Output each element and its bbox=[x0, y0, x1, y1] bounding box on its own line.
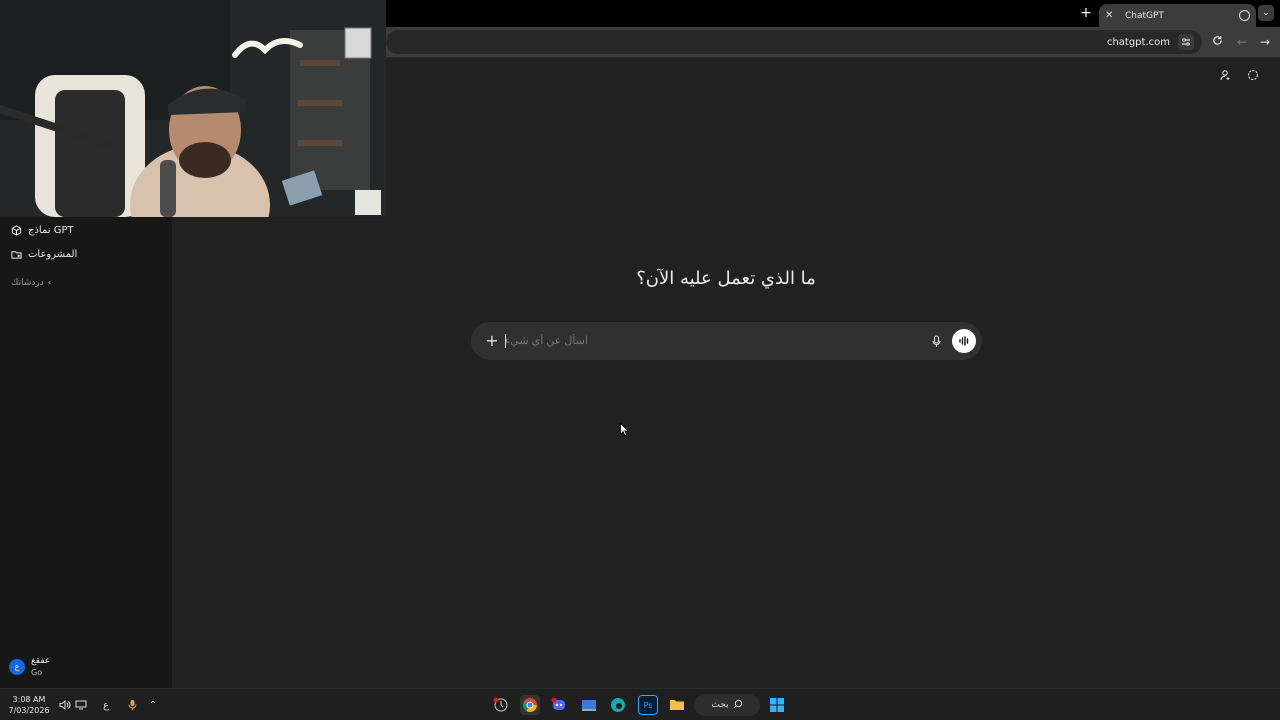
desktop-app-icon[interactable] bbox=[579, 695, 599, 715]
streamer-webcam-image bbox=[0, 0, 386, 217]
search-icon bbox=[733, 699, 743, 712]
tab-title: ChatGPT bbox=[1125, 10, 1164, 21]
chevron-icon: ‹ bbox=[47, 278, 52, 288]
back-arrow-icon[interactable]: ← bbox=[1234, 34, 1250, 50]
url-text[interactable]: chatgpt.com bbox=[1107, 37, 1170, 48]
mic-icon[interactable] bbox=[929, 332, 943, 350]
volume-icon[interactable] bbox=[58, 698, 72, 712]
photoshop-icon[interactable]: Ps bbox=[638, 695, 658, 715]
text-caret bbox=[505, 334, 506, 348]
tab-close-icon[interactable]: ✕ bbox=[1105, 10, 1117, 21]
forward-arrow-icon[interactable]: → bbox=[1257, 34, 1273, 50]
chatgpt-favicon-icon bbox=[1239, 10, 1250, 21]
section-label: دردشاتك bbox=[11, 278, 44, 288]
composer: + bbox=[471, 322, 982, 360]
edge-icon[interactable] bbox=[608, 695, 628, 715]
windows-start-icon[interactable] bbox=[767, 695, 787, 715]
folder-plus-icon bbox=[10, 248, 22, 260]
sidebar-item-label: نماذج GPT bbox=[28, 224, 74, 236]
network-icon[interactable] bbox=[74, 698, 88, 712]
sidebar-item-label: المشروعات bbox=[28, 248, 78, 260]
chevron-up-icon[interactable]: ⌃ bbox=[146, 698, 160, 712]
clock-time: 3:08 AM bbox=[12, 695, 46, 704]
discord-icon[interactable] bbox=[549, 695, 569, 715]
user-plan: Go bbox=[31, 668, 43, 677]
chats-section-toggle[interactable]: دردشاتك ‹ bbox=[11, 278, 51, 288]
user-profile[interactable]: ع عفقغ Go bbox=[9, 655, 50, 679]
system-clock[interactable]: 3:08 AM 7/03/2026 bbox=[8, 694, 50, 716]
tab-search-menu-button[interactable]: ⌄ bbox=[1258, 5, 1274, 21]
add-attachment-button[interactable]: + bbox=[483, 332, 501, 350]
clock-date: 7/03/2026 bbox=[8, 706, 50, 715]
taskbar: 3:08 AM 7/03/2026 ع ⌃ Ps بحث bbox=[0, 688, 1280, 720]
taskbar-search[interactable]: بحث bbox=[694, 694, 760, 716]
top-right-actions bbox=[1218, 68, 1260, 82]
voice-mode-button[interactable] bbox=[952, 329, 976, 353]
temporary-chat-icon[interactable] bbox=[1246, 68, 1260, 82]
sidebar-item-projects[interactable]: المشروعات bbox=[10, 245, 77, 263]
page-title: ما الذي تعمل عليه الآن؟ bbox=[636, 268, 816, 289]
address-bar[interactable]: chatgpt.com bbox=[386, 30, 1202, 54]
avatar: ع bbox=[9, 659, 25, 675]
tab-chatgpt[interactable]: ✕ ChatGPT bbox=[1099, 4, 1256, 27]
new-tab-button[interactable]: + bbox=[1079, 5, 1093, 21]
user-name: عفقغ bbox=[31, 656, 51, 666]
sidebar-item-gpts[interactable]: نماذج GPT bbox=[10, 221, 74, 239]
cube-icon bbox=[10, 224, 22, 236]
webcam-overlay bbox=[0, 0, 386, 217]
timer-app-icon[interactable] bbox=[491, 695, 511, 715]
search-label: بحث bbox=[711, 700, 729, 710]
share-person-icon[interactable] bbox=[1218, 68, 1232, 82]
reload-icon[interactable] bbox=[1209, 34, 1225, 50]
file-explorer-icon[interactable] bbox=[667, 695, 687, 715]
waveform-icon bbox=[959, 336, 969, 346]
input-language-indicator[interactable]: ع bbox=[99, 698, 113, 712]
prompt-input[interactable] bbox=[505, 322, 625, 360]
mouse-cursor-icon bbox=[620, 421, 630, 440]
microphone-tray-icon[interactable] bbox=[125, 698, 139, 712]
chrome-icon[interactable] bbox=[520, 695, 540, 715]
site-settings-icon[interactable] bbox=[1178, 34, 1194, 50]
